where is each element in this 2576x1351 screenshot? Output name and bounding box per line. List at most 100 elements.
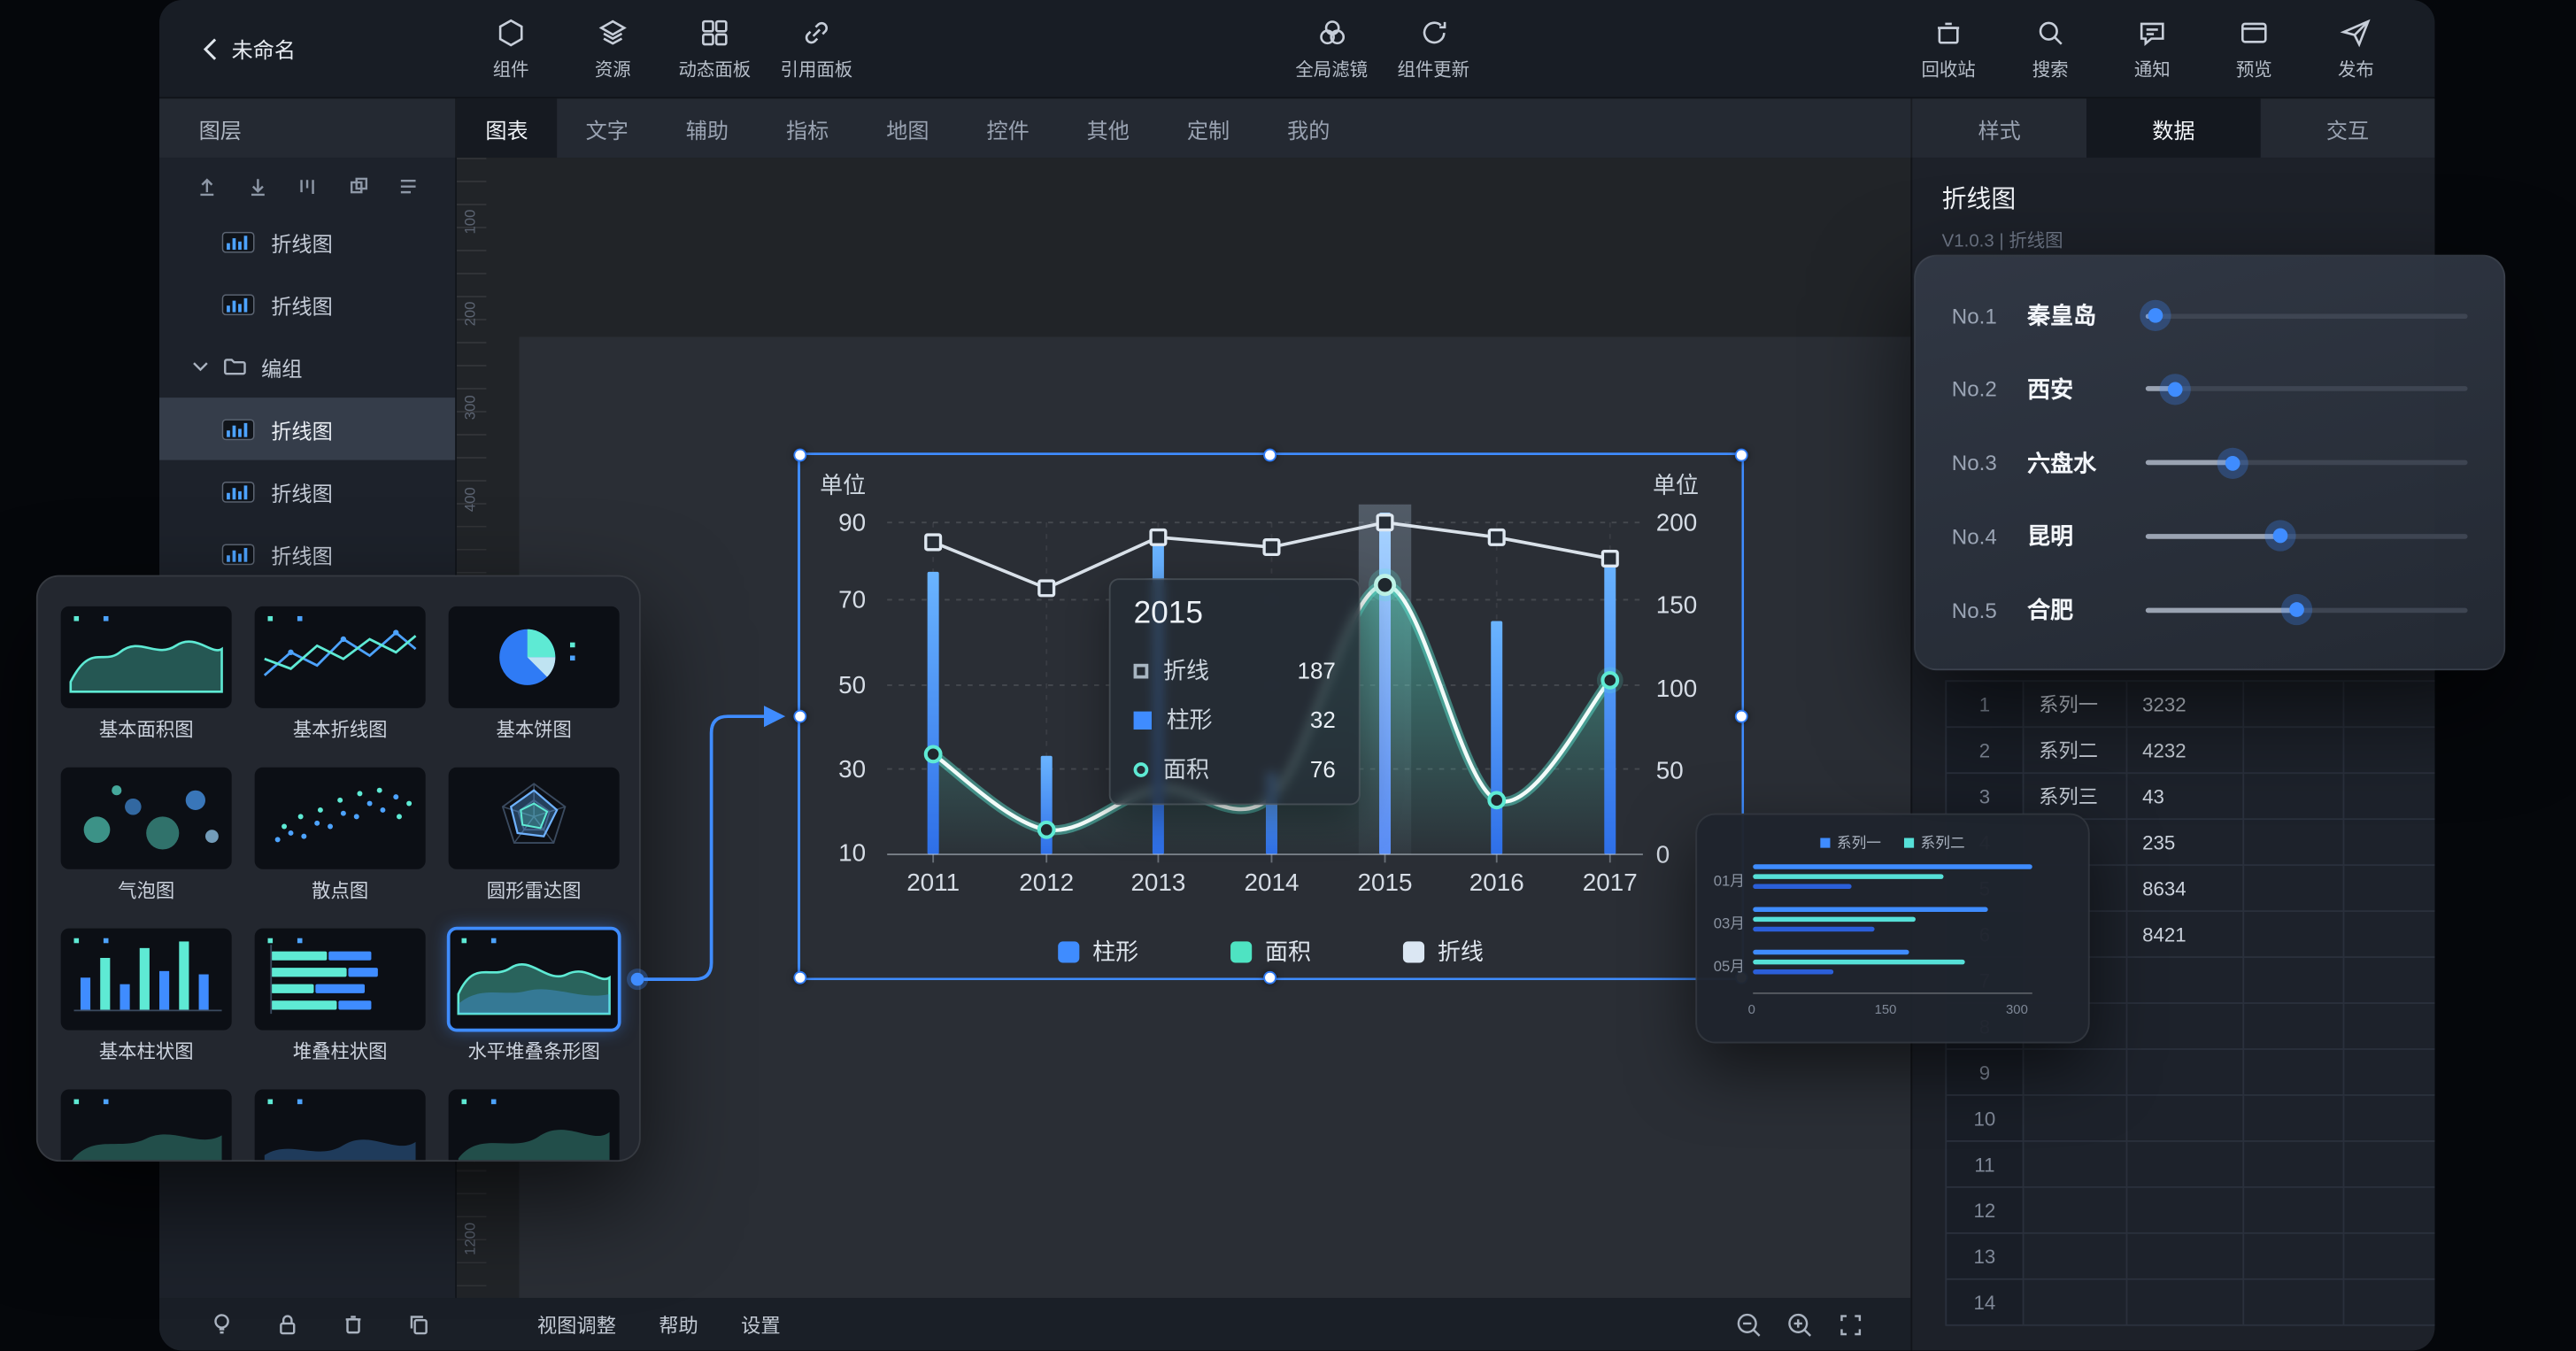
rank-slider[interactable] bbox=[2146, 460, 2468, 466]
table-cell-empty[interactable] bbox=[2244, 1096, 2342, 1140]
search-button[interactable]: 搜索 bbox=[2008, 9, 2094, 88]
tab-text[interactable]: 文字 bbox=[557, 98, 657, 158]
table-cell-series-name[interactable]: 系列三 bbox=[2024, 774, 2125, 818]
slider-knob[interactable] bbox=[2148, 308, 2163, 323]
library-thumb-basic-pie[interactable]: 基本饼图 bbox=[449, 606, 620, 741]
tab-others[interactable]: 其他 bbox=[1058, 98, 1158, 158]
layer-group[interactable]: 编组 bbox=[159, 336, 455, 398]
selection-handle[interactable] bbox=[1735, 449, 1748, 462]
library-thumb-stacked-bar[interactable]: 堆叠柱状图 bbox=[255, 929, 426, 1063]
table-cell-value[interactable]: 3232 bbox=[2127, 682, 2242, 726]
layer-item[interactable]: 折线图 bbox=[159, 211, 455, 274]
table-cell-empty[interactable] bbox=[2244, 912, 2342, 956]
table-cell-empty[interactable] bbox=[2344, 682, 2434, 726]
selection-handle[interactable] bbox=[1735, 710, 1748, 723]
tab-map[interactable]: 地图 bbox=[858, 98, 958, 158]
table-cell-empty[interactable] bbox=[2244, 1234, 2342, 1278]
table-cell-empty[interactable] bbox=[2244, 682, 2342, 726]
table-cell-empty[interactable] bbox=[2244, 774, 2342, 818]
menu-help[interactable]: 帮助 bbox=[659, 1310, 698, 1339]
table-cell-empty[interactable] bbox=[2344, 820, 2434, 864]
library-thumb-partial[interactable] bbox=[449, 1089, 620, 1162]
library-thumb-basic-bar[interactable]: 基本柱状图 bbox=[61, 929, 232, 1063]
table-cell-value[interactable]: 4232 bbox=[2127, 728, 2242, 772]
recycle-bin-button[interactable]: 回收站 bbox=[1906, 9, 1992, 88]
slider-knob[interactable] bbox=[2273, 529, 2288, 544]
tab-widgets[interactable]: 控件 bbox=[958, 98, 1058, 158]
table-cell-value[interactable]: 8421 bbox=[2127, 912, 2242, 956]
slider-knob[interactable] bbox=[2225, 455, 2241, 470]
table-cell-empty[interactable] bbox=[2344, 1188, 2434, 1232]
canvas[interactable]: 100200300400500600700800900100011001200 bbox=[457, 158, 1910, 1298]
library-thumb-basic-line[interactable]: 基本折线图 bbox=[255, 606, 426, 741]
selected-chart[interactable]: 单位 单位 90 70 50 30 10 200 150 100 50 0 20… bbox=[800, 455, 1741, 977]
layer-item[interactable]: 折线图 bbox=[159, 460, 455, 523]
table-cell-value[interactable] bbox=[2127, 1096, 2242, 1140]
table-cell-empty[interactable] bbox=[2244, 1050, 2342, 1094]
rank-slider[interactable] bbox=[2146, 534, 2468, 539]
library-thumb-scatter[interactable]: 散点图 bbox=[255, 768, 426, 902]
lock-icon[interactable] bbox=[274, 1311, 301, 1338]
rank-slider[interactable] bbox=[2146, 313, 2468, 319]
table-cell-empty[interactable] bbox=[2344, 774, 2434, 818]
slider-knob[interactable] bbox=[2289, 602, 2304, 617]
table-cell-empty[interactable] bbox=[2244, 958, 2342, 1002]
table-cell-empty[interactable] bbox=[2244, 866, 2342, 910]
library-thumb-partial[interactable] bbox=[255, 1089, 426, 1162]
tab-custom[interactable]: 定制 bbox=[1158, 98, 1258, 158]
global-filter-button[interactable]: 全局滤镜 bbox=[1289, 9, 1375, 88]
table-cell-series-name[interactable] bbox=[2024, 1096, 2125, 1140]
table-cell-empty[interactable] bbox=[2244, 1004, 2342, 1048]
menu-view-adjust[interactable]: 视图调整 bbox=[537, 1310, 616, 1339]
table-cell-empty[interactable] bbox=[2244, 1280, 2342, 1324]
selection-handle[interactable] bbox=[1263, 971, 1276, 984]
tab-interaction[interactable]: 交互 bbox=[2261, 98, 2435, 158]
fit-screen-icon[interactable] bbox=[1837, 1310, 1865, 1339]
duplicate-icon[interactable] bbox=[346, 174, 369, 197]
table-cell-empty[interactable] bbox=[2344, 1004, 2434, 1048]
library-thumb-basic-area[interactable]: 基本面积图 bbox=[61, 606, 232, 741]
copy-icon[interactable] bbox=[405, 1311, 432, 1338]
table-cell-value[interactable]: 8634 bbox=[2127, 866, 2242, 910]
components-button[interactable]: 组件 bbox=[468, 9, 554, 88]
component-update-button[interactable]: 组件更新 bbox=[1391, 9, 1477, 88]
table-cell-empty[interactable] bbox=[2344, 1050, 2434, 1094]
columns-icon[interactable] bbox=[296, 174, 319, 197]
tab-mine[interactable]: 我的 bbox=[1259, 98, 1359, 158]
table-cell-value[interactable] bbox=[2127, 1142, 2242, 1186]
table-cell-series-name[interactable] bbox=[2024, 1188, 2125, 1232]
library-thumb-radar[interactable]: 圆形雷达图 bbox=[449, 768, 620, 902]
table-cell-empty[interactable] bbox=[2344, 728, 2434, 772]
table-cell-series-name[interactable] bbox=[2024, 1234, 2125, 1278]
dynamic-panel-button[interactable]: 动态面板 bbox=[672, 9, 758, 88]
tab-charts[interactable]: 图表 bbox=[457, 98, 557, 158]
library-thumb-bubble[interactable]: 气泡图 bbox=[61, 768, 232, 902]
list-icon[interactable] bbox=[396, 174, 419, 197]
back-button[interactable]: 未命名 bbox=[159, 33, 405, 64]
table-cell-value[interactable] bbox=[2127, 1050, 2242, 1094]
table-cell-empty[interactable] bbox=[2344, 1234, 2434, 1278]
table-cell-value[interactable]: 43 bbox=[2127, 774, 2242, 818]
selection-handle[interactable] bbox=[793, 449, 806, 462]
table-cell-series-name[interactable] bbox=[2024, 1050, 2125, 1094]
tab-aux[interactable]: 辅助 bbox=[657, 98, 757, 158]
table-cell-empty[interactable] bbox=[2244, 728, 2342, 772]
library-thumb-horizontal-stacked-bar-selected[interactable]: 水平堆叠条形图 bbox=[449, 929, 620, 1063]
selection-handle[interactable] bbox=[1263, 449, 1276, 462]
table-cell-series-name[interactable]: 系列二 bbox=[2024, 728, 2125, 772]
table-cell-series-name[interactable]: 系列一 bbox=[2024, 682, 2125, 726]
trash-icon[interactable] bbox=[340, 1311, 366, 1338]
tab-data[interactable]: 数据 bbox=[2086, 98, 2261, 158]
table-cell-empty[interactable] bbox=[2344, 958, 2434, 1002]
tab-metrics[interactable]: 指标 bbox=[758, 98, 858, 158]
reference-panel-button[interactable]: 引用面板 bbox=[774, 9, 860, 88]
rank-slider[interactable] bbox=[2146, 387, 2468, 392]
selection-handle[interactable] bbox=[793, 971, 806, 984]
table-cell-empty[interactable] bbox=[2344, 1096, 2434, 1140]
library-thumb-partial[interactable] bbox=[61, 1089, 232, 1162]
zoom-out-icon[interactable] bbox=[1735, 1310, 1763, 1339]
table-cell-empty[interactable] bbox=[2344, 1142, 2434, 1186]
zoom-in-icon[interactable] bbox=[1785, 1310, 1814, 1339]
table-cell-value[interactable] bbox=[2127, 1280, 2242, 1324]
table-cell-series-name[interactable] bbox=[2024, 1142, 2125, 1186]
